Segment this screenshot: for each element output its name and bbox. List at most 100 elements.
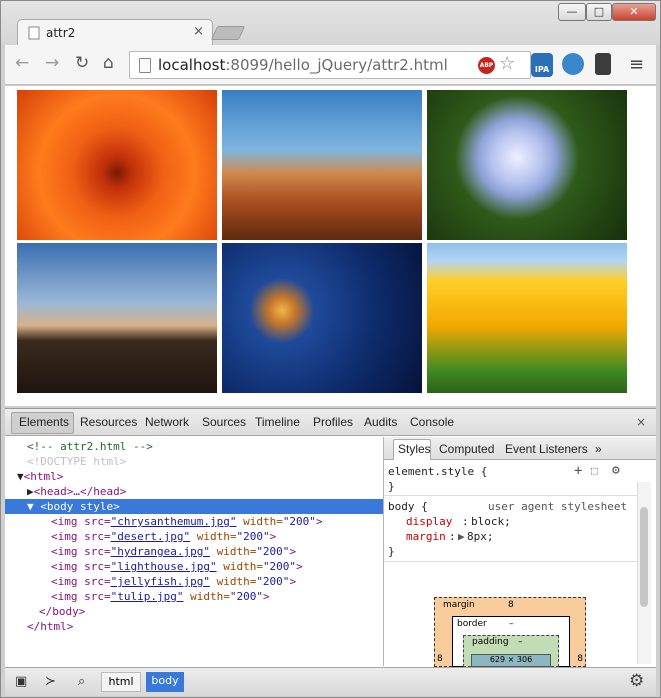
home-icon[interactable]: ⌂	[103, 53, 114, 73]
devtools-close-icon[interactable]: ×	[636, 415, 646, 429]
search-icon[interactable]: ⌕	[78, 674, 85, 689]
add-rule-icon[interactable]: +	[574, 463, 582, 479]
new-tab-button[interactable]	[210, 26, 246, 40]
ipa-extension-icon[interactable]: IPA	[531, 53, 553, 77]
tab-audits[interactable]: Audits	[364, 415, 397, 429]
tab-sources[interactable]: Sources	[202, 415, 246, 429]
dom-body-node[interactable]: ▼ <body style>	[5, 499, 383, 514]
width-value: "200"	[229, 590, 263, 603]
minimize-button[interactable]: —	[558, 3, 586, 21]
dom-img-node[interactable]: <img src="hydrangea.jpg" width="200">	[51, 544, 429, 559]
dom-doctype[interactable]: <!DOCTYPE html>	[27, 454, 405, 469]
style-settings-gear-icon[interactable]: ⚙	[612, 463, 620, 478]
img-tag: <img src=	[51, 530, 111, 543]
reload-icon[interactable]: ↻	[75, 53, 89, 73]
scrollbar-thumb[interactable]	[640, 507, 648, 607]
dock-icon[interactable]: ▣	[15, 674, 27, 689]
prop-colon: :	[462, 515, 469, 528]
margin-value: 8	[508, 600, 514, 610]
sidebar-tabbar: Styles Computed Event Listeners »	[384, 437, 656, 460]
page-content	[5, 86, 656, 406]
tab-title: attr2	[46, 26, 76, 40]
img-src-value[interactable]: "tulip.jpg"	[111, 590, 184, 603]
subtab-styles[interactable]: Styles	[398, 442, 431, 456]
img-tag: <img src=	[51, 590, 111, 603]
expand-triangle-icon[interactable]: ▼	[17, 470, 24, 483]
collapse-triangle-icon[interactable]: ▶	[27, 485, 34, 498]
tab-console[interactable]: Console	[410, 415, 454, 429]
adblock-icon[interactable]: ABP	[478, 57, 495, 74]
phone-extension-icon[interactable]	[595, 53, 611, 75]
dom-img-node[interactable]: <img src="chrysanthemum.jpg" width="200"…	[51, 514, 429, 529]
lighthouse-image	[17, 243, 217, 393]
close-brace: }	[388, 545, 395, 558]
tab-close-icon[interactable]: ×	[193, 24, 204, 39]
address-bar[interactable]: localhost:8099/hello_jQuery/attr2.html A…	[129, 51, 531, 79]
page-icon	[28, 26, 40, 40]
width-value: "200"	[236, 530, 270, 543]
width-attr: width=	[209, 575, 257, 588]
border-value: –	[509, 619, 514, 629]
width-value: "200"	[262, 560, 297, 573]
dom-head-node[interactable]: ▶<head>…</head>	[27, 484, 405, 499]
element-style-selector[interactable]: element.style {	[388, 465, 487, 478]
desert-image	[222, 90, 422, 240]
dom-comment[interactable]: <!-- attr2.html -->	[27, 439, 405, 454]
width-attr: width=	[209, 545, 257, 558]
tab-strip: attr2 × — □ ✕	[1, 1, 660, 47]
bookmark-star-icon[interactable]: ☆	[499, 53, 515, 74]
img-src-value[interactable]: "hydrangea.jpg"	[111, 545, 210, 558]
width-attr: width=	[190, 530, 237, 543]
console-drawer-icon[interactable]: ≻	[45, 674, 56, 689]
settings-gear-icon[interactable]: ⚙	[629, 671, 644, 691]
padding-label: padding	[472, 637, 509, 647]
url-text[interactable]: localhost:8099/hello_jQuery/attr2.html	[158, 56, 448, 74]
img-tag-end: >	[296, 560, 303, 573]
img-tag-end: >	[262, 590, 270, 603]
close-window-button[interactable]: ✕	[612, 3, 656, 21]
dom-img-node[interactable]: <img src="lighthouse.jpg" width="200">	[51, 559, 429, 574]
styles-sidebar: Styles Computed Event Listeners » elemen…	[384, 437, 656, 667]
forward-icon[interactable]: →	[45, 53, 59, 73]
browser-tab[interactable]: attr2 ×	[17, 19, 213, 47]
dom-body-close[interactable]: </body>	[39, 604, 417, 619]
back-icon[interactable]: ←	[15, 53, 29, 73]
jellyfish-image	[222, 243, 422, 393]
maximize-button[interactable]: □	[586, 3, 612, 21]
img-src-value[interactable]: "desert.jpg"	[111, 530, 190, 543]
devtools-tabbar: Elements Resources Network Sources Timel…	[5, 409, 656, 436]
devtools-panel: Elements Resources Network Sources Timel…	[5, 408, 656, 696]
width-attr: width=	[216, 560, 263, 573]
img-tag-end: >	[289, 575, 297, 588]
download-extension-icon[interactable]	[562, 53, 584, 75]
img-src-value[interactable]: "lighthouse.jpg"	[111, 560, 217, 573]
tab-profiles[interactable]: Profiles	[313, 415, 353, 429]
subtab-more-icon[interactable]: »	[595, 442, 602, 456]
tab-resources[interactable]: Resources	[80, 415, 137, 429]
tab-timeline[interactable]: Timeline	[255, 415, 300, 429]
expand-margin-icon[interactable]: ▶	[458, 530, 465, 543]
ua-stylesheet-label: user agent stylesheet	[488, 500, 628, 513]
prop-colon: :	[449, 530, 456, 543]
dom-img-node[interactable]: <img src="desert.jpg" width="200">	[51, 529, 429, 544]
border-label: border	[457, 619, 487, 629]
breadcrumb-html[interactable]: html	[101, 672, 141, 692]
dom-img-node[interactable]: <img src="tulip.jpg" width="200">	[51, 589, 429, 604]
expand-triangle-icon[interactable]: ▼	[27, 500, 40, 513]
breadcrumb-body[interactable]: body	[146, 672, 184, 692]
box-model-content: 629 × 306	[471, 654, 551, 667]
tab-elements[interactable]: Elements	[19, 415, 69, 429]
dom-html-node[interactable]: ▼<html>	[17, 469, 395, 484]
subtab-computed[interactable]: Computed	[439, 442, 494, 456]
element-state-icon[interactable]: ⬚	[591, 464, 598, 477]
img-tag-end: >	[289, 545, 297, 558]
subtab-event-listeners[interactable]: Event Listeners	[505, 442, 588, 456]
img-src-value[interactable]: "chrysanthemum.jpg"	[111, 515, 237, 528]
tab-network[interactable]: Network	[145, 415, 189, 429]
img-src-value[interactable]: "jellyfish.jpg"	[111, 575, 210, 588]
devtools-statusbar: ▣ ≻ ⌕ html body ⚙	[5, 667, 656, 696]
menu-icon[interactable]: ≡	[629, 54, 644, 75]
dom-img-node[interactable]: <img src="jellyfish.jpg" width="200">	[51, 574, 429, 589]
width-attr: width=	[236, 515, 283, 528]
dom-html-close[interactable]: </html>	[27, 619, 405, 634]
